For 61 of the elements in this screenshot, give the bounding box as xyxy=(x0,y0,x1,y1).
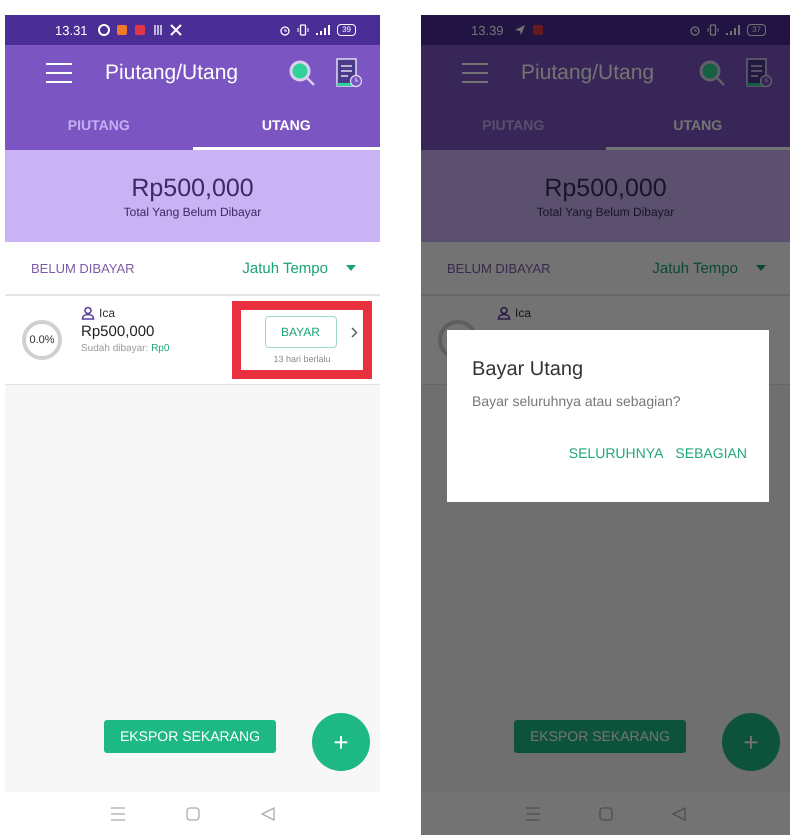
sort-dropdown[interactable]: Jatuh Tempo xyxy=(652,260,766,276)
notification-icon xyxy=(152,24,164,36)
total-label: Total Yang Belum Dibayar xyxy=(536,204,674,218)
status-time: 13.39 xyxy=(471,22,504,38)
dialog-title: Bayar Utang xyxy=(472,358,584,381)
menu-button[interactable] xyxy=(461,62,489,84)
total-label: Total Yang Belum Dibayar xyxy=(124,204,262,218)
x-icon xyxy=(170,24,182,36)
app-title: Piutang/Utang xyxy=(521,60,656,84)
caret-icon xyxy=(756,265,766,271)
alarm-icon xyxy=(689,24,702,36)
battery-level: 39 xyxy=(337,24,356,36)
send-icon xyxy=(514,24,526,36)
tab[interactable]: PIUTANG xyxy=(5,100,192,150)
export-button[interactable]: EKSPOR SEKARANG xyxy=(514,720,686,752)
notification-icon xyxy=(116,24,128,36)
paid-amount: Sudah dibayar: Rp0 xyxy=(81,343,170,354)
add-button[interactable]: + xyxy=(312,713,370,771)
menu-button[interactable] xyxy=(45,62,73,84)
notification-icon xyxy=(98,24,110,36)
total-amount: Rp500,000 xyxy=(131,174,254,202)
caret-icon xyxy=(346,265,356,271)
search-button[interactable] xyxy=(698,58,726,86)
progress-percent: 0.0% xyxy=(29,334,55,346)
signal-icon xyxy=(315,24,332,36)
export-button[interactable]: EKSPOR SEKARANG xyxy=(104,720,276,752)
notification-icon xyxy=(532,24,544,36)
debt-amount: Rp500,000 xyxy=(81,323,156,340)
debt-row[interactable]: 0.0% Ica Rp500,000 Sudah dibayar: Rp0 BAYAR 13 hari berlalu xyxy=(5,296,380,385)
signal-icon xyxy=(725,24,742,36)
days-elapsed: 13 hari berlalu xyxy=(273,354,331,364)
vibrate-icon xyxy=(297,24,310,36)
recent-apps-button[interactable] xyxy=(110,806,126,820)
status-time: 13.31 xyxy=(55,22,88,38)
contact-name: Ica xyxy=(99,306,116,320)
recent-apps-button[interactable] xyxy=(525,806,542,820)
alarm-icon xyxy=(279,24,292,36)
total-amount: Rp500,000 xyxy=(544,174,667,202)
sort-dropdown[interactable]: Jatuh Tempo xyxy=(242,260,356,276)
home-button[interactable] xyxy=(599,806,614,820)
vibrate-icon xyxy=(707,24,720,36)
add-button[interactable]: + xyxy=(722,713,780,771)
back-button[interactable] xyxy=(672,806,686,820)
battery-level: 37 xyxy=(747,24,766,36)
chevron-right-icon xyxy=(350,326,358,338)
dialog-button[interactable]: SELURUHNYA xyxy=(568,445,664,461)
status-filter: BELUM DIBAYAR xyxy=(31,260,136,276)
pay-button[interactable]: BAYAR xyxy=(264,316,336,348)
dialog-button[interactable]: SEBAGIAN xyxy=(675,445,747,461)
notification-icon xyxy=(134,24,146,36)
person-icon xyxy=(497,306,511,320)
contact-name: Ica xyxy=(515,306,532,320)
status-filter: BELUM DIBAYAR xyxy=(447,260,552,276)
report-button[interactable] xyxy=(746,58,772,88)
home-button[interactable] xyxy=(186,806,200,820)
dialog-message: Bayar seluruhnya atau sebagian? xyxy=(472,393,682,409)
app-title: Piutang/Utang xyxy=(105,60,240,84)
back-button[interactable] xyxy=(260,806,275,820)
report-button[interactable] xyxy=(336,58,362,88)
person-icon xyxy=(81,306,95,320)
search-button[interactable] xyxy=(288,58,316,86)
